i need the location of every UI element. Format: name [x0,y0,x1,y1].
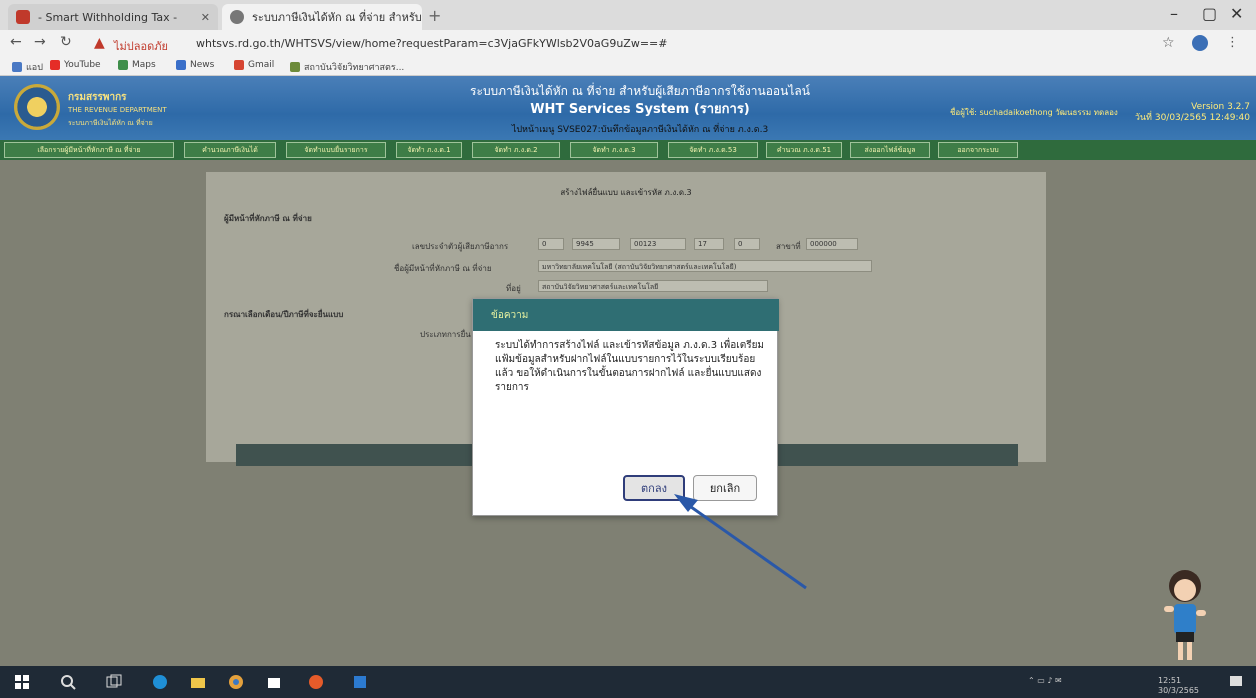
dialog-title: ข้อความ [473,299,779,331]
institute-icon [290,62,300,72]
cancel-button[interactable]: ยกเลิก [693,475,757,501]
bookmark-apps[interactable]: แอป [12,60,43,74]
maps-icon [118,60,128,70]
search-icon[interactable] [60,674,76,690]
version-label: Version 3.2.7 [1191,102,1250,112]
warning-icon[interactable]: ▲ [94,35,105,51]
news-icon [176,60,186,70]
file-explorer-icon[interactable] [190,674,206,690]
app-icon[interactable] [352,674,368,690]
section-payer: ผู้มีหน้าที่หักภาษี ณ ที่จ่าย [224,214,312,223]
task-view-icon[interactable] [106,674,122,690]
menu-kebab-icon[interactable]: ⋮ [1226,35,1239,50]
windows-taskbar: ⌃ ▭ ♪ ✉ 12:51 30/3/2565 [0,666,1256,698]
ok-button[interactable]: ตกลง [623,475,685,501]
bookmark-institute[interactable]: สถาบันวิจัยวิทยาศาสตร... [290,60,404,74]
address-label: ที่อยู่ [506,284,521,293]
dialog-message: ระบบได้ทำการสร้างไฟล์ และเข้ารหัสข้อมูล … [495,340,765,393]
filing-type-label: ประเภทการยื่น [420,330,471,339]
tab-favicon-icon [16,10,30,24]
tax-id-part-1[interactable]: 0 [538,238,564,250]
payer-name-label: ชื่อผู้มีหน้าที่หักภาษี ณ ที่จ่าย [394,264,492,273]
system-title-en: WHT Services System (รายการ) [530,102,750,117]
menu-pnd1[interactable]: จัดทำ ภ.ง.ด.1 [396,142,462,158]
tab-close-icon[interactable]: ✕ [201,11,210,24]
tab-bar: - Smart Withholding Tax - ✕ ระบบภาษีเงิน… [0,0,1256,30]
new-tab-icon[interactable]: + [428,6,441,25]
close-window-icon[interactable]: ✕ [1230,4,1243,23]
insecure-label[interactable]: ไม่ปลอดภัย [114,37,168,55]
menu-logout[interactable]: ออกจากระบบ [938,142,1018,158]
menu-pnd2[interactable]: จัดทำ ภ.ง.ด.2 [472,142,560,158]
clock[interactable]: 12:51 30/3/2565 [1158,676,1199,696]
menu-pnd51[interactable]: คำนวณ ภ.ง.ด.51 [766,142,842,158]
version-info: Version 3.2.7 วันที่ 30/03/2565 12:49:40 [1135,102,1250,124]
bookmark-news[interactable]: News [176,60,214,70]
bookmark-star-icon[interactable]: ☆ [1162,35,1175,51]
menu-pnd53[interactable]: จัดทำ ภ.ง.ด.53 [668,142,758,158]
org-name: กรมสรรพากร [68,92,127,103]
user-info: ชื่อผู้ใช้: suchadaikoethong วัฒนธรรม ทด… [950,108,1118,117]
revenue-dept-logo [14,84,60,130]
payer-name-field[interactable]: มหาวิทยาลัยเทคโนโลยี (สถาบันวิจัยวิทยาศา… [538,260,872,272]
branch-label: สาขาที่ [776,242,801,251]
panel-title: สร้างไฟล์ยื่นแบบ และเข้ารหัส ภ.ง.ด.3 [560,188,692,197]
forward-icon[interactable]: → [34,34,46,50]
tax-id-label: เลขประจำตัวผู้เสียภาษีอากร [412,242,509,251]
tax-id-part-5[interactable]: 0 [734,238,760,250]
menu-code: ไปหน้าเมนู SVSE027:บันทึกข้อมูลภาษีเงินไ… [511,125,769,135]
back-icon[interactable]: ← [10,34,22,50]
tab-label: - Smart Withholding Tax - [38,10,178,24]
menu-select-payer[interactable]: เลือกรายผู้มีหน้าที่หักภาษี ณ ที่จ่าย [4,142,174,158]
confirm-dialog: ข้อความ ระบบได้ทำการสร้างไฟล์ และเข้ารหั… [472,298,779,516]
menu-calc-tax[interactable]: คำนวณภาษีเงินได้ [184,142,276,158]
firefox-icon[interactable] [308,674,324,690]
globe-icon [230,10,244,24]
url-field[interactable]: whtsvs.rd.go.th/WHTSVS/view/home?request… [196,37,667,50]
tax-id-part-2[interactable]: 9945 [572,238,620,250]
bookmark-youtube[interactable]: YouTube [50,60,101,70]
gmail-icon [234,60,244,70]
notification-icon[interactable] [1228,674,1244,690]
browser-chrome: - Smart Withholding Tax - ✕ ระบบภาษีเงิน… [0,0,1256,76]
tax-id-part-4[interactable]: 17 [694,238,724,250]
menu-prepare-form[interactable]: จัดทำแบบยื่นรายการ [286,142,386,158]
chrome-icon[interactable] [228,674,244,690]
branch-field[interactable]: 000000 [806,238,858,250]
bookmark-maps[interactable]: Maps [118,60,156,70]
profile-avatar[interactable] [1192,35,1208,51]
maximize-icon[interactable]: ▢ [1202,4,1217,23]
apps-grid-icon [12,62,22,72]
store-icon[interactable] [266,674,282,690]
menu-pnd3[interactable]: จัดทำ ภ.ง.ด.3 [570,142,658,158]
minimize-icon[interactable]: – [1170,4,1178,23]
org-sub: ระบบภาษีเงินได้หัก ณ ที่จ่าย [68,119,153,127]
tab-label: ระบบภาษีเงินได้หัก ณ ที่จ่าย สำหรับผู้..… [252,11,422,24]
reload-icon[interactable]: ↻ [60,34,72,50]
address-bar: ← → ↻ ▲ ไม่ปลอดภัย whtsvs.rd.go.th/WHTSV… [0,30,1256,56]
org-name-en: THE REVENUE DEPARTMENT [68,106,167,114]
address-field[interactable]: สถาบันวิจัยวิทยาศาสตร์และเทคโนโลยี [538,280,768,292]
mascot-illustration [1164,570,1206,660]
youtube-icon [50,60,60,70]
main-menu: เลือกรายผู้มีหน้าที่หักภาษี ณ ที่จ่าย คำ… [0,140,1256,160]
windows-start-icon[interactable] [14,674,30,690]
tab-smart-withholding[interactable]: - Smart Withholding Tax - ✕ [8,4,218,30]
bookmarks-bar: แอป YouTube Maps News Gmail สถาบันวิจัยว… [0,56,1256,76]
date-label: วันที่ 30/03/2565 12:49:40 [1134,113,1250,123]
menu-export[interactable]: ส่งออกไฟล์ข้อมูล [850,142,930,158]
site-header: กรมสรรพากร THE REVENUE DEPARTMENT ระบบภา… [0,76,1256,140]
bookmark-gmail[interactable]: Gmail [234,60,274,70]
tax-id-part-3[interactable]: 00123 [630,238,686,250]
section-period: กรณาเลือกเดือน/ปีภาษีที่จะยื่นแบบ [224,310,344,319]
edge-icon[interactable] [152,674,168,690]
system-tray-icons[interactable]: ⌃ ▭ ♪ ✉ [1028,676,1062,685]
tab-whtsvs[interactable]: ระบบภาษีเงินได้หัก ณ ที่จ่าย สำหรับผู้..… [222,4,422,30]
